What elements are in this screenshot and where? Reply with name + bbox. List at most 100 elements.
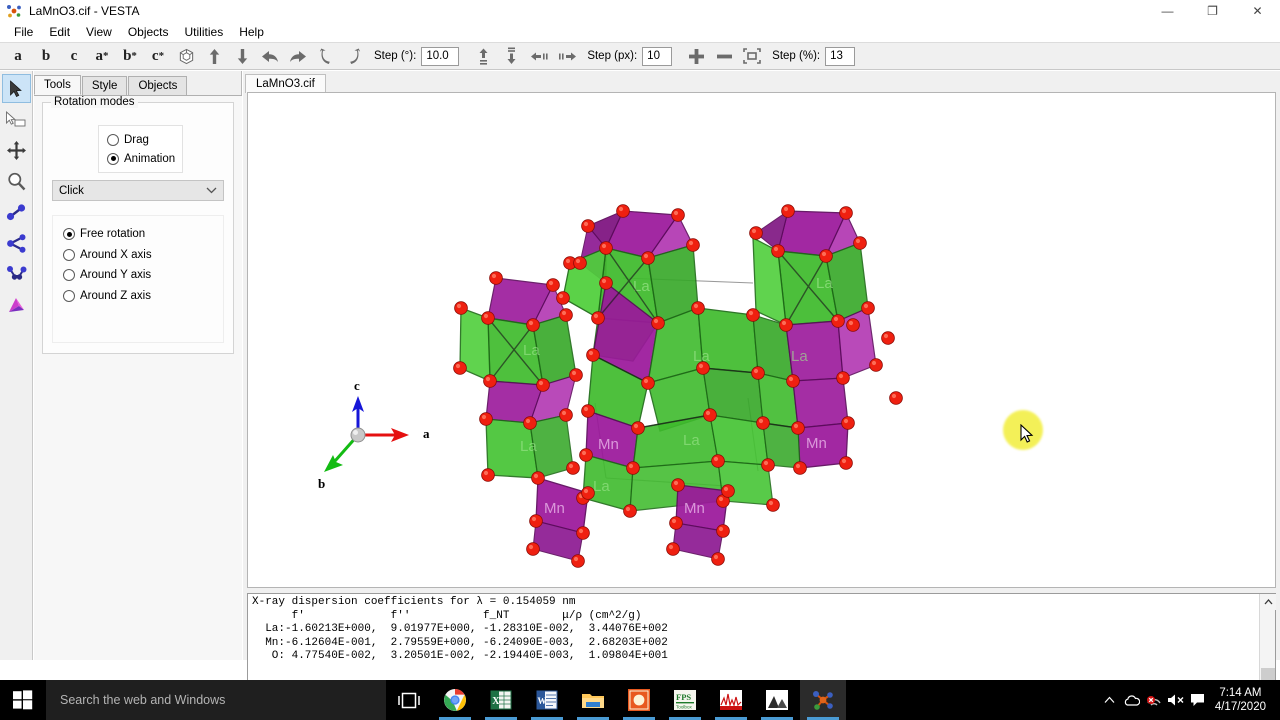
- menu-item-edit[interactable]: Edit: [41, 23, 78, 41]
- file-explorer-icon[interactable]: [570, 680, 616, 720]
- radio-around-y-axis[interactable]: Around Y axis: [63, 265, 223, 286]
- menu-item-objects[interactable]: Objects: [120, 23, 177, 41]
- svg-text:Mn: Mn: [684, 500, 705, 517]
- view-along-a-star-button[interactable]: a *: [88, 43, 116, 69]
- vesta-icon[interactable]: [800, 680, 846, 720]
- radio-drag[interactable]: Drag: [107, 130, 182, 149]
- axis-label-a: a: [423, 426, 430, 441]
- shift-up-icon[interactable]: [469, 43, 497, 69]
- radio-free-rotation[interactable]: Free rotation: [63, 224, 223, 245]
- close-icon: ✕: [1252, 4, 1263, 18]
- step-degrees-input[interactable]: [421, 46, 460, 66]
- windows-start-icon[interactable]: [0, 680, 46, 720]
- trigger-select[interactable]: Click: [52, 180, 224, 201]
- svg-text:La: La: [816, 275, 833, 292]
- radio-drag-label: Drag: [124, 133, 149, 146]
- network-error-icon[interactable]: [1143, 680, 1165, 720]
- tab-style[interactable]: Style: [81, 76, 128, 95]
- svg-text:La: La: [523, 342, 540, 359]
- bond-angle-tool[interactable]: [2, 229, 31, 258]
- view-along-c-star-button[interactable]: c *: [144, 43, 172, 69]
- orange-app-icon[interactable]: [616, 680, 662, 720]
- svg-text:Mn: Mn: [806, 435, 827, 452]
- rotate-down-icon[interactable]: [228, 43, 256, 69]
- step-pixels-input[interactable]: [642, 46, 673, 66]
- shift-left-icon[interactable]: [525, 43, 553, 69]
- volume-muted-icon[interactable]: [1165, 680, 1187, 720]
- rotate-up-icon[interactable]: [200, 43, 228, 69]
- step-percent-input[interactable]: [825, 46, 856, 66]
- dihedral-angle-tool[interactable]: [2, 260, 31, 289]
- document-tab-lamno3[interactable]: LaMnO3.cif: [245, 74, 326, 93]
- select-arrow-tool[interactable]: [1, 74, 31, 103]
- shift-down-icon[interactable]: [497, 43, 525, 69]
- rotation-axis-radio-group: Free rotation Around X axis Around Y axi…: [52, 215, 224, 343]
- radio-around-x-axis[interactable]: Around X axis: [63, 245, 223, 266]
- word-icon[interactable]: W: [524, 680, 570, 720]
- rotate-left-icon[interactable]: [256, 43, 284, 69]
- fit-to-screen-icon[interactable]: [738, 43, 766, 69]
- zoom-out-minus-icon[interactable]: [710, 43, 738, 69]
- document-tabs: LaMnO3.cif: [245, 73, 1278, 93]
- axis-label-c: c: [354, 378, 360, 393]
- radio-around-z-axis[interactable]: Around Z axis: [63, 286, 223, 307]
- view-along-b-button[interactable]: b: [32, 43, 60, 69]
- shift-right-icon[interactable]: [553, 43, 581, 69]
- crystal-structure-render: La La La La La La Mn Mn La La Mn Mn: [248, 93, 1275, 587]
- svg-text:Mn: Mn: [598, 436, 619, 453]
- radio-animation-marker: [107, 152, 119, 165]
- axis-orientation-indicator: c a b: [303, 378, 453, 498]
- clock[interactable]: 7:14 AM 4/17/2020: [1209, 686, 1276, 714]
- rotate-clockwise-icon[interactable]: [340, 43, 368, 69]
- view-along-c-button[interactable]: c: [60, 43, 88, 69]
- rotation-mode-radio-group: Drag Animation: [98, 125, 183, 173]
- tab-tools[interactable]: Tools: [34, 75, 81, 95]
- tab-objects[interactable]: Objects: [128, 76, 188, 95]
- side-panel-body: Rotation modes Drag Animation Click Free…: [34, 96, 242, 660]
- system-tray: 7:14 AM 4/17/2020: [1099, 680, 1280, 720]
- xpert-highscore-icon[interactable]: [708, 680, 754, 720]
- menu-item-help[interactable]: Help: [231, 23, 272, 41]
- side-panel: Tools Style Objects Rotation modes Drag …: [34, 71, 242, 660]
- view-along-b-star-button[interactable]: b *: [116, 43, 144, 69]
- rotate-right-icon[interactable]: [284, 43, 312, 69]
- photos-icon[interactable]: [754, 680, 800, 720]
- move-pan-tool[interactable]: [2, 136, 31, 165]
- radio-around-x-marker: [63, 248, 75, 261]
- chrome-icon[interactable]: [432, 680, 478, 720]
- menu-item-file[interactable]: File: [6, 23, 41, 41]
- trigger-select-value: Click: [59, 184, 84, 197]
- minimize-icon: —: [1161, 4, 1174, 18]
- minimize-button[interactable]: —: [1145, 0, 1190, 22]
- onedrive-icon[interactable]: [1121, 680, 1143, 720]
- svg-text:Toolbox: Toolbox: [676, 705, 693, 710]
- axis-label-b: b: [318, 476, 326, 491]
- radio-around-z-marker: [63, 289, 75, 302]
- close-button[interactable]: ✕: [1235, 0, 1280, 22]
- polyhedron-icon[interactable]: [172, 43, 200, 69]
- zoom-in-plus-icon[interactable]: [682, 43, 710, 69]
- scroll-up-button[interactable]: [1260, 594, 1276, 610]
- bond-distance-tool[interactable]: [2, 198, 31, 227]
- zoom-magnifier-tool[interactable]: [2, 167, 31, 196]
- search-input[interactable]: Search the web and Windows: [46, 680, 386, 720]
- rotate-counterclockwise-icon[interactable]: [312, 43, 340, 69]
- select-area-tool[interactable]: [2, 105, 31, 134]
- rotation-modes-label: Rotation modes: [51, 96, 138, 108]
- radio-around-y-label: Around Y axis: [80, 269, 152, 282]
- action-center-icon[interactable]: [1187, 680, 1209, 720]
- svg-text:X: X: [492, 696, 500, 707]
- menu-item-view[interactable]: View: [78, 23, 120, 41]
- radio-animation[interactable]: Animation: [107, 149, 182, 168]
- maximize-button[interactable]: ❐: [1190, 0, 1235, 22]
- clock-time: 7:14 AM: [1219, 687, 1262, 699]
- menu-item-utilities[interactable]: Utilities: [177, 23, 232, 41]
- fps-toolbox-icon[interactable]: FPS Toolbox: [662, 680, 708, 720]
- show-hidden-icons-chevron[interactable]: [1099, 680, 1121, 720]
- task-view-icon[interactable]: [386, 680, 432, 720]
- excel-icon[interactable]: X: [478, 680, 524, 720]
- lattice-plane-tool[interactable]: [2, 291, 31, 320]
- view-along-a-button[interactable]: a: [4, 43, 32, 69]
- search-placeholder: Search the web and Windows: [60, 693, 226, 707]
- structure-viewport[interactable]: La La La La La La Mn Mn La La Mn Mn c a …: [247, 92, 1276, 588]
